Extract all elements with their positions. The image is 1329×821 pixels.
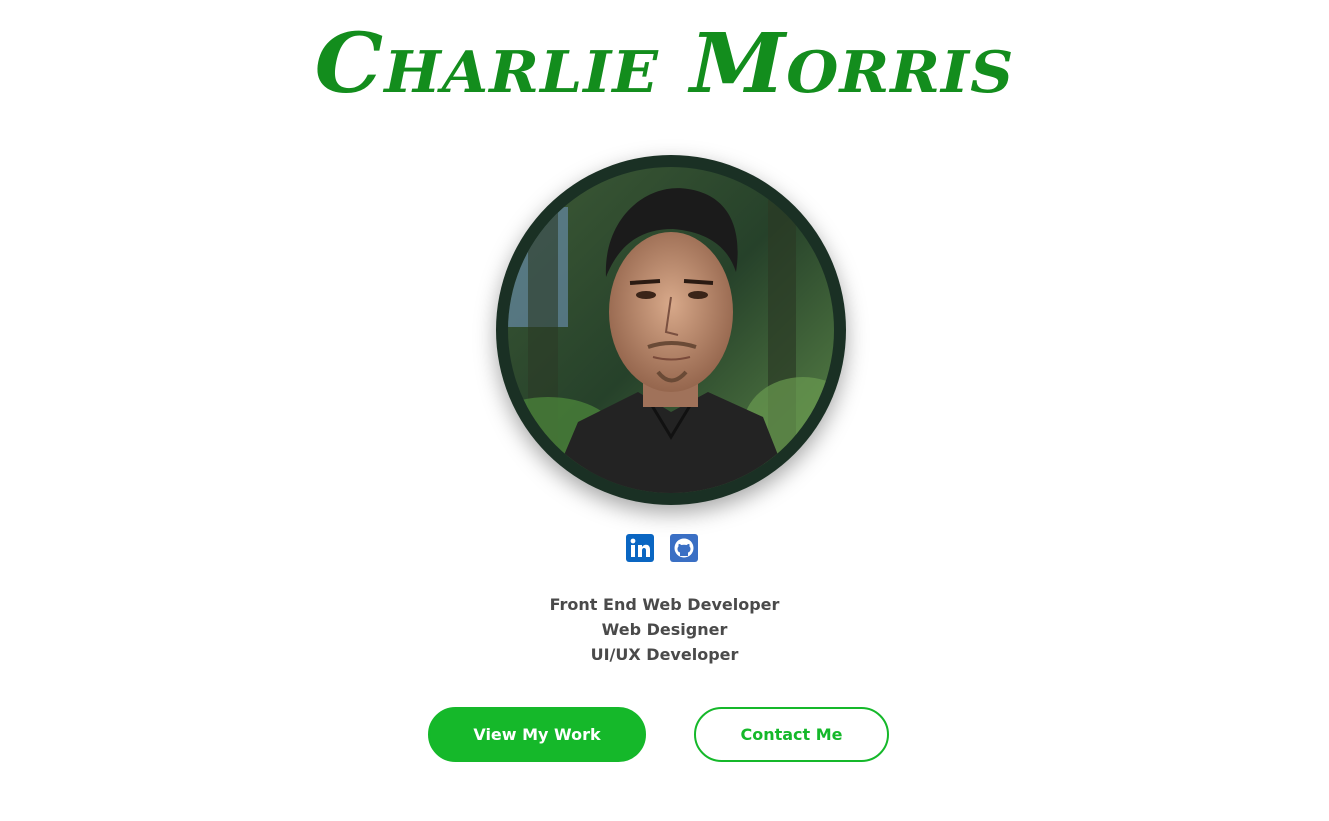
avatar [508, 167, 834, 493]
social-links [0, 534, 1329, 562]
role-item: Front End Web Developer [549, 595, 780, 614]
site-title: Charlie Morris [314, 16, 1015, 112]
roles-list: Front End Web Developer Web Designer UI/… [0, 592, 1329, 667]
contact-me-button[interactable]: Contact Me [694, 707, 889, 762]
role-item: Web Designer [601, 620, 728, 639]
github-icon [669, 534, 698, 562]
github-link[interactable] [669, 534, 698, 562]
linkedin-icon [625, 534, 654, 562]
role-item: UI/UX Developer [590, 645, 739, 664]
avatar-frame [496, 155, 846, 505]
linkedin-link[interactable] [625, 534, 654, 562]
view-my-work-button[interactable]: View My Work [428, 707, 646, 762]
